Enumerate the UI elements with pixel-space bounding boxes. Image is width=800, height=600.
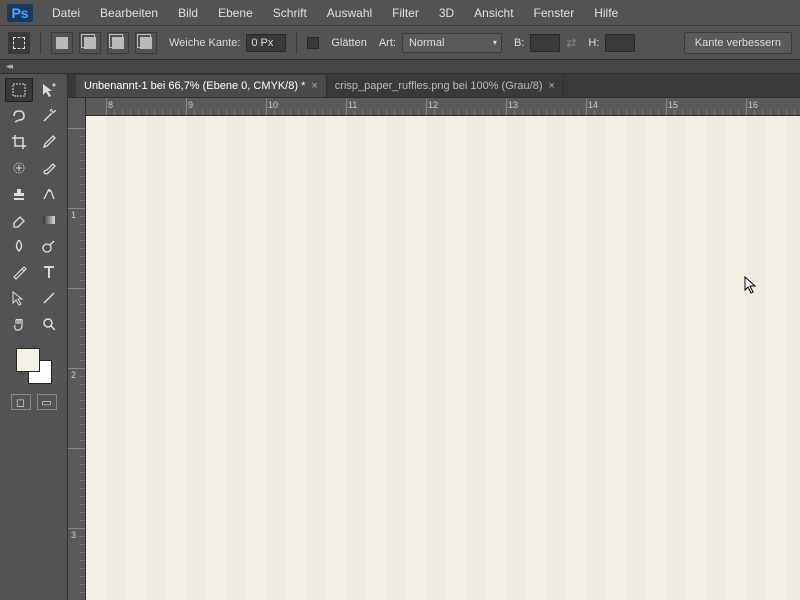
width-label: B: xyxy=(514,37,524,49)
menu-schrift[interactable]: Schrift xyxy=(263,2,317,24)
tab-label: Unbenannt-1 bei 66,7% (Ebene 0, CMYK/8) … xyxy=(84,80,305,92)
close-icon[interactable]: × xyxy=(311,80,317,92)
ruler-vertical[interactable]: 123 xyxy=(68,98,86,600)
menu-hilfe[interactable]: Hilfe xyxy=(584,2,628,24)
pen-tool[interactable] xyxy=(5,260,33,284)
ruler-horizontal[interactable]: 8910111213141516 xyxy=(86,98,800,116)
swap-wh-icon[interactable]: ⇄ xyxy=(566,36,576,50)
style-label: Art: xyxy=(379,37,396,49)
fg-color-swatch[interactable] xyxy=(16,348,40,372)
history-tool[interactable] xyxy=(35,182,63,206)
document-area: Unbenannt-1 bei 66,7% (Ebene 0, CMYK/8) … xyxy=(68,74,800,600)
path-tool[interactable] xyxy=(5,286,33,310)
menu-fenster[interactable]: Fenster xyxy=(524,2,585,24)
menu-ebene[interactable]: Ebene xyxy=(208,2,263,24)
selection-new-button[interactable] xyxy=(51,32,73,54)
lasso-tool[interactable] xyxy=(5,104,33,128)
refine-edge-button[interactable]: Kante verbessern xyxy=(684,32,792,54)
canvas[interactable] xyxy=(86,116,800,600)
line-tool[interactable] xyxy=(35,286,63,310)
selection-subtract-button[interactable] xyxy=(107,32,129,54)
close-icon[interactable]: × xyxy=(549,80,555,92)
dodge-tool[interactable] xyxy=(35,234,63,258)
crop-tool[interactable] xyxy=(5,130,33,154)
tools-panel: ◻ ▭ xyxy=(0,74,68,600)
app-logo: Ps xyxy=(8,3,32,23)
feather-label: Weiche Kante: xyxy=(169,37,240,49)
hand-tool[interactable] xyxy=(5,312,33,336)
wand-tool[interactable] xyxy=(35,104,63,128)
screenmode-button[interactable]: ▭ xyxy=(37,394,57,410)
panel-collapse-strip[interactable]: ◂◂ xyxy=(0,60,800,74)
tab-label: crisp_paper_ruffles.png bei 100% (Grau/8… xyxy=(335,80,543,92)
menubar: Ps DateiBearbeitenBildEbeneSchriftAuswah… xyxy=(0,0,800,26)
menu-3d[interactable]: 3D xyxy=(429,2,464,24)
style-select[interactable]: Normal xyxy=(402,33,502,53)
width-input[interactable] xyxy=(530,34,560,52)
menu-bild[interactable]: Bild xyxy=(168,2,208,24)
eraser-tool[interactable] xyxy=(5,208,33,232)
tool-preset-button[interactable] xyxy=(8,32,30,54)
menu-bearbeiten[interactable]: Bearbeiten xyxy=(90,2,168,24)
type-tool[interactable] xyxy=(35,260,63,284)
antialias-checkbox[interactable] xyxy=(307,37,319,49)
menu-datei[interactable]: Datei xyxy=(42,2,90,24)
options-bar: Weiche Kante: Glätten Art: Normal B: ⇄ H… xyxy=(0,26,800,60)
selection-intersect-button[interactable] xyxy=(135,32,157,54)
feather-input[interactable] xyxy=(246,34,286,52)
menu-ansicht[interactable]: Ansicht xyxy=(464,2,523,24)
heal-tool[interactable] xyxy=(5,156,33,180)
quickmask-button[interactable]: ◻ xyxy=(11,394,31,410)
move-tool[interactable] xyxy=(35,78,63,102)
zoom-tool[interactable] xyxy=(35,312,63,336)
blur-tool[interactable] xyxy=(5,234,33,258)
eyedrop-tool[interactable] xyxy=(35,130,63,154)
stamp-tool[interactable] xyxy=(5,182,33,206)
marquee-tool[interactable] xyxy=(5,78,33,102)
document-tabs: Unbenannt-1 bei 66,7% (Ebene 0, CMYK/8) … xyxy=(68,74,800,98)
menu-filter[interactable]: Filter xyxy=(382,2,429,24)
selection-add-button[interactable] xyxy=(79,32,101,54)
antialias-label: Glätten xyxy=(331,37,366,49)
document-tab[interactable]: Unbenannt-1 bei 66,7% (Ebene 0, CMYK/8) … xyxy=(76,75,327,97)
height-input[interactable] xyxy=(605,34,635,52)
cursor-icon xyxy=(744,276,758,299)
height-label: H: xyxy=(588,37,599,49)
document-tab[interactable]: crisp_paper_ruffles.png bei 100% (Grau/8… xyxy=(327,75,564,97)
gradient-tool[interactable] xyxy=(35,208,63,232)
menu-auswahl[interactable]: Auswahl xyxy=(317,2,382,24)
color-swatches[interactable] xyxy=(16,348,52,384)
brush-tool[interactable] xyxy=(35,156,63,180)
